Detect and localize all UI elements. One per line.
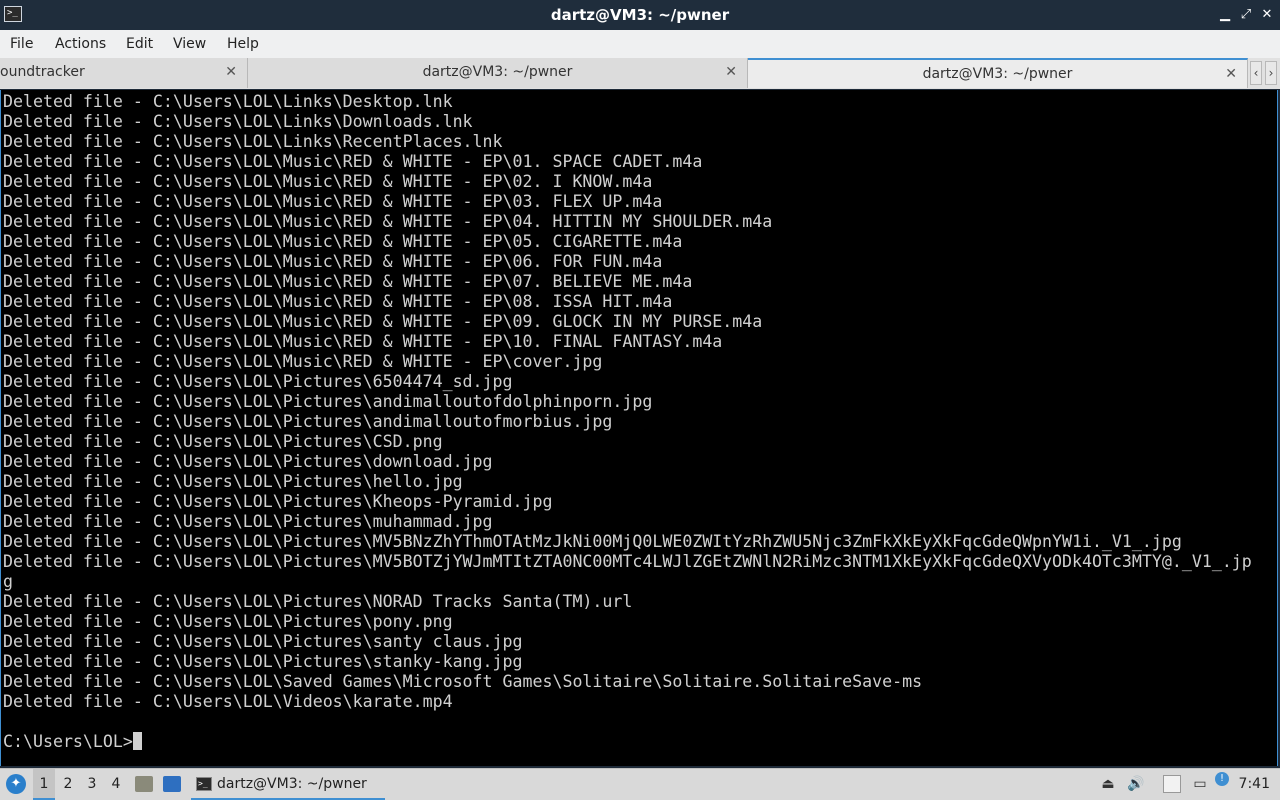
taskbar: ✦ 1 2 3 4 >_ dartz@VM3: ~/pwner ⏏ 🔊 ▭ ! … <box>0 768 1280 800</box>
tab-label: oundtracker <box>0 64 85 80</box>
terminal-prompt-line[interactable]: C:\Users\LOL> <box>1 732 1277 752</box>
terminal-line: Deleted file - C:\Users\LOL\Music\RED & … <box>3 172 653 191</box>
display-icon[interactable]: ▭ <box>1191 775 1209 793</box>
terminal-line: Deleted file - C:\Users\LOL\Pictures\Khe… <box>3 492 553 511</box>
close-button[interactable]: ✕ <box>1256 0 1278 30</box>
terminal-line: Deleted file - C:\Users\LOL\Music\RED & … <box>3 352 603 371</box>
terminal-line: Deleted file - C:\Users\LOL\Pictures\san… <box>3 632 523 651</box>
tab-scroll-left-icon[interactable]: ‹ <box>1250 61 1262 85</box>
window-title: dartz@VM3: ~/pwner <box>550 6 730 24</box>
terminal-line: Deleted file - C:\Users\LOL\Links\Downlo… <box>3 112 473 131</box>
terminal-line: Deleted file - C:\Users\LOL\Pictures\muh… <box>3 512 493 531</box>
terminal-line: Deleted file - C:\Users\LOL\Links\Deskto… <box>3 92 453 111</box>
menu-edit[interactable]: Edit <box>126 30 153 58</box>
menu-actions[interactable]: Actions <box>55 30 106 58</box>
eject-icon[interactable]: ⏏ <box>1099 775 1117 793</box>
notification-icon[interactable]: ! <box>1215 772 1229 786</box>
terminal-line: Deleted file - C:\Users\LOL\Music\RED & … <box>3 312 763 331</box>
workspace-3[interactable]: 3 <box>81 769 103 800</box>
terminal-line: g <box>3 572 13 591</box>
terminal-line: Deleted file - C:\Users\LOL\Videos\karat… <box>3 692 453 711</box>
terminal-line: Deleted file - C:\Users\LOL\Saved Games\… <box>3 672 923 691</box>
start-menu-icon[interactable]: ✦ <box>6 774 26 794</box>
terminal-line: Deleted file - C:\Users\LOL\Pictures\hel… <box>3 472 463 491</box>
terminal-prompt: C:\Users\LOL> <box>3 732 133 751</box>
terminal-line: Deleted file - C:\Users\LOL\Pictures\CSD… <box>3 432 443 451</box>
tab-soundtracker[interactable]: oundtracker ✕ <box>0 58 248 88</box>
terminal-line: Deleted file - C:\Users\LOL\Music\RED & … <box>3 192 663 211</box>
terminal-line: Deleted file - C:\Users\LOL\Music\RED & … <box>3 332 723 351</box>
workspace-1[interactable]: 1 <box>33 769 55 800</box>
terminal-line: Deleted file - C:\Users\LOL\Pictures\MV5… <box>3 552 1252 571</box>
terminal-line: Deleted file - C:\Users\LOL\Pictures\NOR… <box>3 592 633 611</box>
terminal-line: Deleted file - C:\Users\LOL\Pictures\dow… <box>3 452 493 471</box>
tab-pwner-1[interactable]: dartz@VM3: ~/pwner ✕ <box>248 58 748 88</box>
terminal-line: Deleted file - C:\Users\LOL\Music\RED & … <box>3 272 693 291</box>
terminal-line: Deleted file - C:\Users\LOL\Music\RED & … <box>3 212 773 231</box>
show-desktop-icon[interactable] <box>163 776 181 792</box>
tab-label: dartz@VM3: ~/pwner <box>422 64 573 80</box>
menu-file[interactable]: File <box>10 30 33 58</box>
taskbar-window-button[interactable]: >_ dartz@VM3: ~/pwner <box>191 769 385 800</box>
terminal-line: Deleted file - C:\Users\LOL\Pictures\sta… <box>3 652 523 671</box>
terminal-line: Deleted file - C:\Users\LOL\Pictures\MV5… <box>3 532 1182 551</box>
tab-close-icon[interactable]: ✕ <box>225 58 237 86</box>
terminal-line: Deleted file - C:\Users\LOL\Music\RED & … <box>3 292 673 311</box>
workspace-4[interactable]: 4 <box>105 769 127 800</box>
clock[interactable]: 7:41 <box>1239 769 1270 800</box>
workspace-2[interactable]: 2 <box>57 769 79 800</box>
minimize-button[interactable]: ▁ <box>1214 0 1236 30</box>
terminal-line: Deleted file - C:\Users\LOL\Pictures\and… <box>3 392 653 411</box>
tab-bar: oundtracker ✕ dartz@VM3: ~/pwner ✕ dartz… <box>0 58 1280 89</box>
clipboard-icon[interactable] <box>1163 775 1181 793</box>
tab-pwner-2-active[interactable]: dartz@VM3: ~/pwner ✕ <box>748 58 1248 88</box>
terminal-line: Deleted file - C:\Users\LOL\Links\Recent… <box>3 132 503 151</box>
maximize-button[interactable]: ⤢ <box>1235 0 1257 30</box>
taskbar-window-label: dartz@VM3: ~/pwner <box>217 776 367 792</box>
window-titlebar: >_ dartz@VM3: ~/pwner ▁ ⤢ ✕ <box>0 0 1280 30</box>
tab-label: dartz@VM3: ~/pwner <box>922 66 1073 82</box>
terminal-line: Deleted file - C:\Users\LOL\Pictures\pon… <box>3 612 453 631</box>
terminal-line: Deleted file - C:\Users\LOL\Music\RED & … <box>3 252 663 271</box>
terminal-line: Deleted file - C:\Users\LOL\Music\RED & … <box>3 152 703 171</box>
terminal-line: Deleted file - C:\Users\LOL\Pictures\650… <box>3 372 513 391</box>
terminal-output[interactable]: Deleted file - C:\Users\LOL\Links\Deskto… <box>0 90 1278 766</box>
tab-close-icon[interactable]: ✕ <box>725 58 737 86</box>
tab-close-icon[interactable]: ✕ <box>1225 60 1237 88</box>
terminal-line: Deleted file - C:\Users\LOL\Music\RED & … <box>3 232 683 251</box>
terminal-task-icon: >_ <box>196 777 212 791</box>
menu-view[interactable]: View <box>173 30 206 58</box>
menu-bar: File Actions Edit View Help <box>0 30 1280 59</box>
tab-scroll-right-icon[interactable]: › <box>1265 61 1277 85</box>
terminal-line: Deleted file - C:\Users\LOL\Pictures\and… <box>3 412 613 431</box>
terminal-cursor <box>132 732 142 750</box>
terminal-lines: Deleted file - C:\Users\LOL\Links\Deskto… <box>1 92 1277 732</box>
menu-help[interactable]: Help <box>227 30 259 58</box>
file-manager-launcher-icon[interactable] <box>135 776 153 792</box>
volume-icon[interactable]: 🔊 <box>1127 775 1145 793</box>
